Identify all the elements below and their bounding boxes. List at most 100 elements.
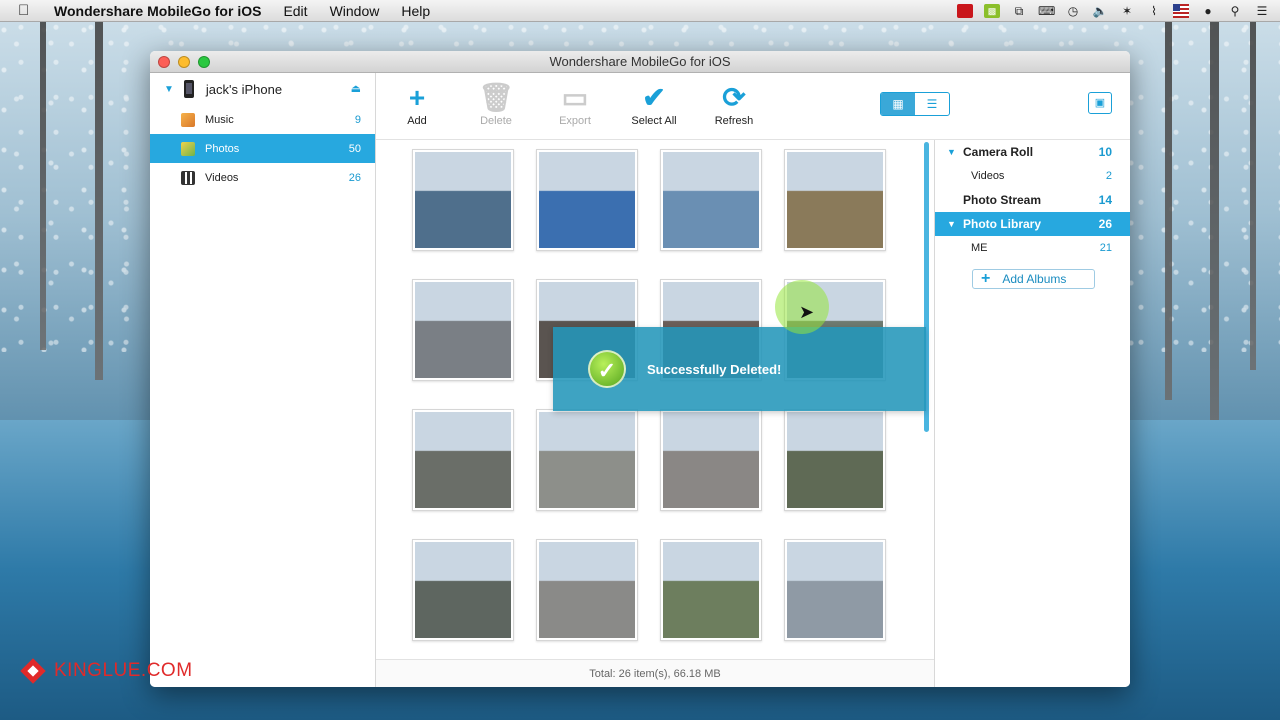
photo-thumbnail[interactable] (784, 539, 886, 641)
album-photo-stream[interactable]: Photo Stream 14 (935, 188, 1130, 212)
disclosure-down-icon[interactable]: ▼ (947, 219, 956, 229)
watermark-text: KINGLUE.COM (54, 660, 193, 681)
menu-tray: ▩ ⧉ ⌨ ◷ 🔈 ✶ ⌇ ● ⚲ ☰ (957, 0, 1270, 22)
photo-thumbnail[interactable] (660, 409, 762, 511)
album-label: ME (971, 242, 988, 254)
album-count: 10 (1098, 145, 1112, 159)
photo-image (787, 152, 883, 248)
plus-icon: + (981, 270, 991, 287)
sidebar-item-count: 50 (348, 142, 361, 155)
photo-thumbnail[interactable] (536, 149, 638, 251)
trash-icon: 🗑 (478, 82, 514, 113)
sidebar-item-photos[interactable]: Photos 50 (150, 134, 375, 163)
album-camera-roll[interactable]: ▼ Camera Roll 10 (935, 140, 1130, 164)
export-label: Export (559, 115, 591, 127)
toolbar: + Add 🗑 Delete ▭ Export ✔ Select All ⟳ R… (376, 73, 1130, 140)
sidebar-item-count: 26 (348, 171, 361, 184)
add-albums-label: Add Albums (1002, 272, 1067, 286)
sidebar-item-videos[interactable]: Videos 26 (150, 163, 375, 192)
device-row[interactable]: ▼ jack's iPhone ⏏ (150, 73, 375, 105)
sidebar-item-label: Videos (205, 171, 239, 184)
status-bar: Total: 26 item(s), 66.18 MB (376, 659, 934, 687)
album-label: Photo Library (963, 217, 1042, 231)
success-toast: ✓ Successfully Deleted! (553, 327, 926, 411)
tray-wifi-icon[interactable]: ⌇ (1146, 4, 1162, 18)
tray-list-icon[interactable]: ☰ (1254, 4, 1270, 18)
menu-window[interactable]: Window (330, 3, 380, 19)
close-button[interactable] (158, 56, 170, 68)
photo-thumbnail[interactable] (412, 409, 514, 511)
title-bar: Wondershare MobileGo for iOS (150, 51, 1130, 73)
tray-chart-icon[interactable]: ▩ (984, 4, 1000, 18)
sidebar-item-label: Photos (205, 142, 240, 155)
disclosure-down-icon[interactable]: ▼ (164, 84, 174, 95)
tray-search-icon[interactable]: ⚲ (1227, 4, 1243, 18)
tray-app-icon[interactable] (957, 4, 973, 18)
disclosure-down-icon[interactable]: ▼ (947, 147, 956, 157)
photo-thumbnail[interactable] (660, 539, 762, 641)
menu-help[interactable]: Help (401, 3, 430, 19)
photo-image (415, 282, 511, 378)
refresh-label: Refresh (714, 115, 754, 127)
menu-app-name[interactable]: Wondershare MobileGo for iOS (54, 3, 261, 19)
photo-thumbnail[interactable] (412, 539, 514, 641)
tray-windows-icon[interactable]: ⧉ (1011, 4, 1027, 18)
photo-thumbnail[interactable] (660, 149, 762, 251)
desktop-tree (95, 20, 103, 380)
photo-thumbnail[interactable] (412, 149, 514, 251)
list-view-icon[interactable]: ☰ (915, 93, 949, 115)
desktop-tree (1250, 20, 1256, 370)
photo-image (415, 152, 511, 248)
photos-icon (181, 141, 195, 156)
photo-thumbnail[interactable] (536, 539, 638, 641)
tray-flag-icon[interactable] (1173, 4, 1189, 18)
album-camera-videos[interactable]: Videos 2 (935, 164, 1130, 188)
minimize-button[interactable] (178, 56, 190, 68)
photo-image (787, 412, 883, 508)
photo-image (415, 542, 511, 638)
slideshow-icon[interactable]: ▣ (1088, 92, 1112, 114)
zoom-button[interactable] (198, 56, 210, 68)
photo-image (663, 412, 759, 508)
photo-image (787, 542, 883, 638)
tray-clock-icon[interactable]: ◷ (1065, 4, 1081, 18)
sidebar-item-music[interactable]: Music 9 (150, 105, 375, 134)
photo-image (539, 412, 635, 508)
export-icon: ▭ (561, 82, 589, 113)
eject-icon[interactable]: ⏏ (351, 82, 361, 95)
photo-thumbnail[interactable] (784, 149, 886, 251)
album-count: 14 (1098, 193, 1112, 207)
album-count: 21 (1099, 242, 1112, 254)
delete-button[interactable]: 🗑 Delete (456, 82, 536, 128)
tray-volume-icon[interactable]: 🔈 (1092, 4, 1108, 18)
add-button[interactable]: + Add (377, 83, 457, 128)
sidebar-item-label: Music (205, 113, 234, 126)
apple-icon[interactable]:  (18, 2, 36, 19)
grid-view-icon[interactable]: ▦ (881, 93, 915, 115)
toast-message: Successfully Deleted! (647, 361, 782, 377)
export-button[interactable]: ▭ Export (535, 82, 615, 128)
kinglue-logo-icon (18, 656, 48, 686)
album-me[interactable]: ME 21 (935, 236, 1130, 260)
photo-thumbnail[interactable] (412, 279, 514, 381)
photo-image (539, 152, 635, 248)
desktop-tree (1165, 20, 1172, 400)
window-controls (158, 56, 210, 68)
add-albums-button[interactable]: + Add Albums (972, 269, 1095, 289)
select-all-button[interactable]: ✔ Select All (614, 83, 694, 128)
select-all-label: Select All (631, 115, 677, 127)
tray-display-icon[interactable]: ⌨ (1038, 4, 1055, 18)
photo-image (539, 542, 635, 638)
tray-bluetooth-icon[interactable]: ✶ (1119, 4, 1135, 18)
view-toggle: ▦ ☰ (880, 92, 950, 116)
photo-image (663, 152, 759, 248)
window-title: Wondershare MobileGo for iOS (549, 54, 731, 69)
tray-user-icon[interactable]: ● (1200, 4, 1216, 18)
menu-edit[interactable]: Edit (283, 3, 307, 19)
delete-label: Delete (480, 115, 512, 127)
photo-thumbnail[interactable] (784, 409, 886, 511)
album-photo-library[interactable]: ▼ Photo Library 26 (935, 212, 1130, 236)
album-label: Videos (971, 170, 1005, 182)
photo-thumbnail[interactable] (536, 409, 638, 511)
refresh-button[interactable]: ⟳ Refresh (694, 83, 774, 128)
